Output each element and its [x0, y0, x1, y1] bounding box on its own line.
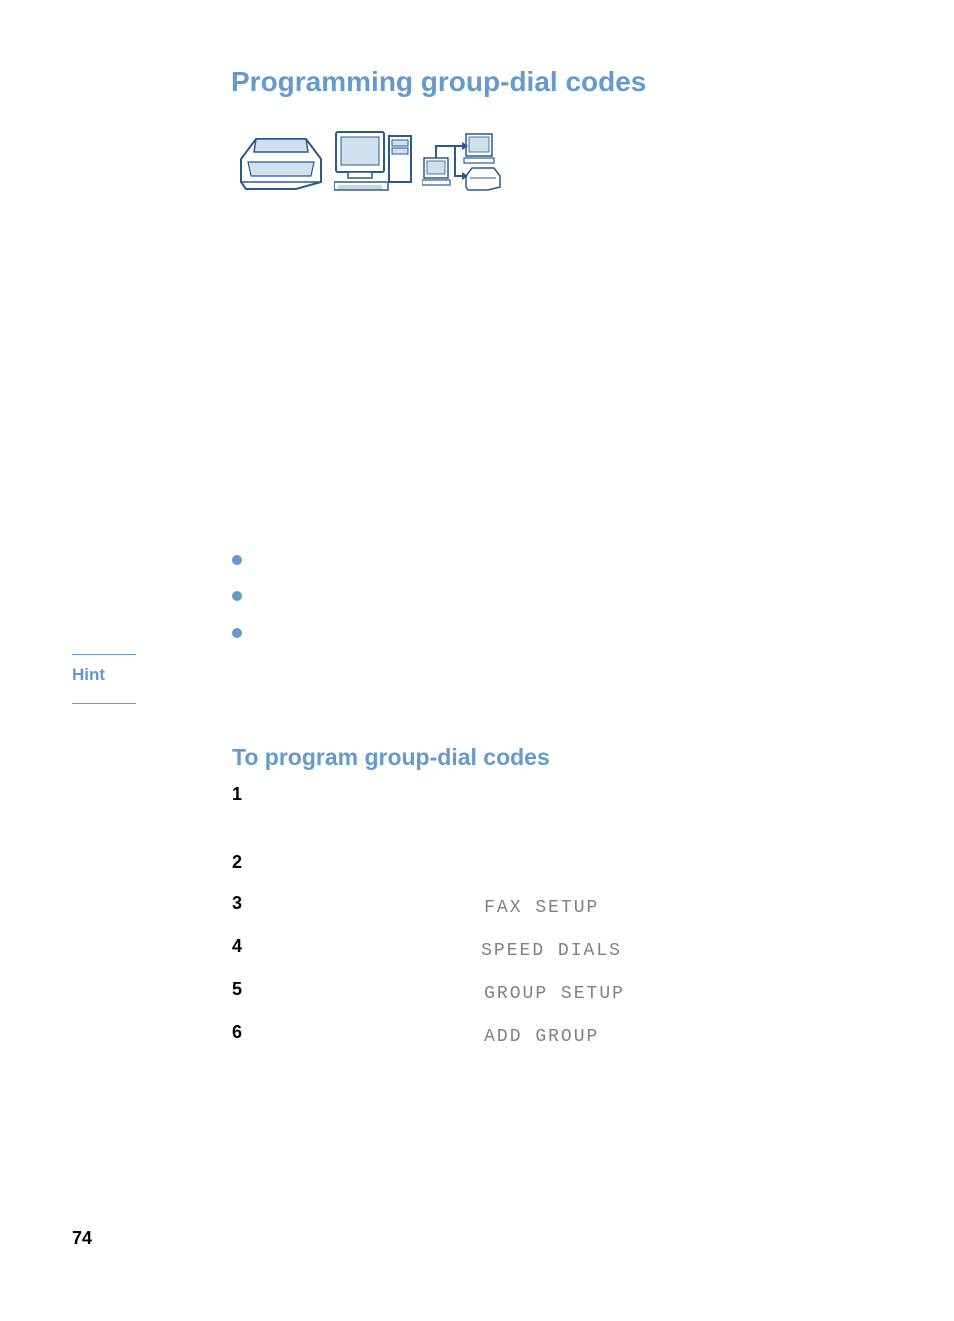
bullet-item: To delete an individual in a group-dial … — [232, 623, 864, 647]
page-number: 74 — [72, 1228, 92, 1249]
step-text: Use the < or > key to select GROUP SETUP… — [260, 979, 864, 1008]
lcd-display-text: GROUP SETUP — [484, 984, 625, 1004]
hint-sidebar: Hint — [72, 654, 136, 704]
step-text-span: Press Enter/Menu to select — [260, 939, 481, 959]
page-title: Programming group-dial codes — [231, 66, 646, 98]
step-text-span: . — [622, 939, 627, 959]
section-heading: To program group-dial codes — [232, 744, 550, 771]
step-item: 3 Use the < or > key to select FAX SETUP… — [232, 893, 864, 922]
device-illustration — [236, 128, 502, 192]
intro-paragraph-2: Any individual can be added to a group. … — [232, 360, 864, 433]
lcd-display-text: ADD GROUP — [484, 1027, 599, 1047]
printer-icon — [236, 134, 326, 192]
step-text-span: Use the < or > key to select — [260, 982, 484, 1002]
step-text-span: and press Enter/Menu. — [599, 896, 786, 916]
step-item: 1 Assign a speed-dial code to each fax n… — [232, 784, 864, 838]
instructions-lead-in: Use the instructions below to manage you… — [232, 470, 864, 494]
step-text-span: Press Enter/Menu. — [260, 855, 409, 875]
step-text: Assign a speed-dial code to each fax num… — [260, 784, 864, 838]
step-text: Use the < or > key to select FAX SETUP a… — [260, 893, 864, 922]
step-text-span: and press Enter/Menu. — [625, 982, 812, 1002]
step-text: Press Enter/Menu to select SPEED DIALS. — [260, 936, 864, 965]
step-item: 2 Press Enter/Menu. — [232, 852, 864, 879]
step-text-span: and press Enter/Menu. — [599, 1025, 786, 1045]
hint-label: Hint — [72, 655, 136, 703]
lcd-display-text: SPEED DIALS — [481, 941, 622, 961]
step-text: Press Enter/Menu. — [260, 852, 864, 879]
bullet-dot-icon — [232, 591, 242, 601]
bullet-item: To delete group-dial codes — [232, 586, 864, 610]
bullet-text: To delete an individual in a group-dial … — [256, 623, 597, 647]
step-number: 4 — [232, 936, 260, 957]
bullet-dot-icon — [232, 628, 242, 638]
step-number: 5 — [232, 979, 260, 1000]
lcd-display-text: FAX SETUP — [484, 898, 599, 918]
step-text: Use the < or > key to select ADD GROUP a… — [260, 1022, 864, 1051]
step-number: 1 — [232, 784, 260, 805]
step-number: 3 — [232, 893, 260, 914]
step-number: 6 — [232, 1022, 260, 1043]
hint-text: Speed-dial codes, one-touch keys, and gr… — [232, 664, 864, 713]
step-list: 1 Assign a speed-dial code to each fax n… — [232, 784, 864, 1065]
step-text-span: Use the < or > key to select — [260, 1025, 484, 1045]
bullet-text: To delete group-dial codes — [256, 586, 467, 610]
bullet-dot-icon — [232, 555, 242, 565]
step-number: 2 — [232, 852, 260, 873]
step-item: 4 Press Enter/Menu to select SPEED DIALS… — [232, 936, 864, 965]
desktop-computer-icon — [334, 128, 414, 192]
step-item: 5 Use the < or > key to select GROUP SET… — [232, 979, 864, 1008]
step-text-span: Assign a speed-dial code to each fax num… — [260, 787, 839, 834]
bullet-item: To program group-dial codes — [232, 550, 864, 574]
hint-bottom-rule — [72, 703, 136, 704]
bullet-text: To program group-dial codes — [256, 550, 485, 574]
chapter-label: Chapter 3 — Managing contacts and group … — [120, 1228, 521, 1249]
intro-paragraph-1: If you send information to the same grou… — [232, 225, 864, 322]
step-item: 6 Use the < or > key to select ADD GROUP… — [232, 1022, 864, 1051]
network-computer-printer-icon — [422, 132, 502, 192]
step-text-span: Use the < or > key to select — [260, 896, 484, 916]
bullet-list: To program group-dial codes To delete gr… — [232, 550, 864, 659]
